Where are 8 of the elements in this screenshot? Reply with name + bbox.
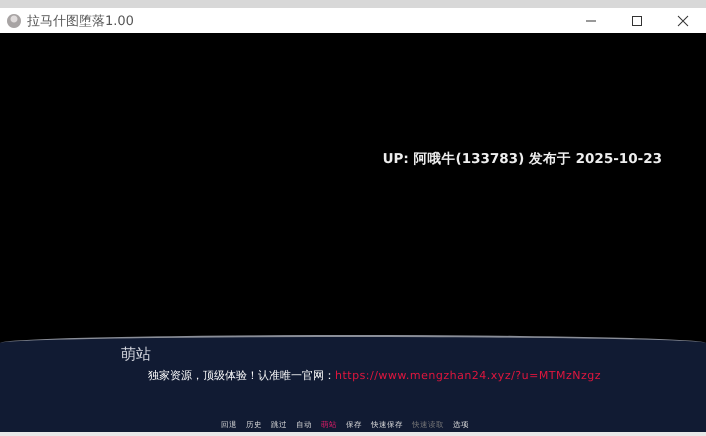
window-title: 拉马什图堕落1.00 — [27, 12, 134, 30]
upload-caption: UP: 阿哦牛(133783) 发布于 2025-10-23 — [382, 150, 662, 168]
avatar-icon — [6, 12, 22, 28]
speaker-name: 萌站 — [121, 345, 152, 364]
close-icon — [677, 14, 689, 26]
maximize-icon — [631, 14, 643, 26]
website-link[interactable]: https://www.mengzhan24.xyz/?u=MTMzNzgz — [335, 369, 602, 382]
dialogue-text: 独家资源，顶级体验！认准唯一官网：https://www.mengzhan24.xyz/?u=MTMzNzgz — [148, 368, 602, 384]
